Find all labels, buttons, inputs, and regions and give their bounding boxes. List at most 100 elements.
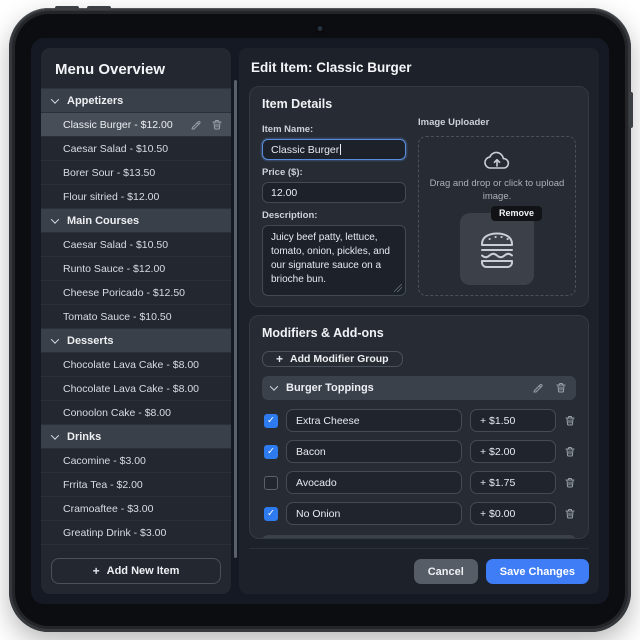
sidebar-scrollbar[interactable] xyxy=(234,80,237,558)
sidebar-item[interactable]: Tomato Sauce - $10.50 xyxy=(41,305,231,329)
modifier-checkbox[interactable]: ✓ xyxy=(264,413,278,428)
item-name-value: Classic Burger xyxy=(271,143,340,156)
add-new-item-button[interactable]: + Add New Item xyxy=(51,558,221,584)
sidebar-item[interactable]: Cramoaftee - $3.00 xyxy=(41,497,231,521)
modifier-price-input[interactable]: + $1.50 xyxy=(470,409,556,433)
image-uploader: Image Uploader Drag and drop or click to… xyxy=(418,117,576,296)
sidebar-section-desserts[interactable]: Desserts xyxy=(41,329,231,353)
sidebar-item[interactable]: Classic Burger - $12.00 xyxy=(41,113,231,137)
description-textarea[interactable]: Juicy beef patty, lettuce, tomato, onion… xyxy=(262,225,406,296)
delete-modifier-icon[interactable] xyxy=(564,445,576,458)
sidebar-section-drinks[interactable]: Drinks xyxy=(41,425,231,449)
edit-group-icon[interactable] xyxy=(532,382,544,394)
tablet-bezel: Menu Overview Appetizers Classic Burger -… xyxy=(15,14,625,626)
sidebar-item-label: Frrita Tea - $2.00 xyxy=(63,478,143,491)
cancel-button[interactable]: Cancel xyxy=(413,559,478,584)
save-changes-button[interactable]: Save Changes xyxy=(485,559,589,584)
delete-modifier-icon[interactable] xyxy=(564,414,576,427)
sidebar-item-label: Cramoaftee - $3.00 xyxy=(63,502,154,515)
sidebar-item[interactable]: Borer Sour - $13.50 xyxy=(41,161,231,185)
page-title: Edit Item: Classic Burger xyxy=(251,60,412,75)
chevron-down-icon xyxy=(269,381,279,391)
modifier-checkbox[interactable]: ✓ xyxy=(264,444,278,459)
modifier-name-input[interactable]: Bacon xyxy=(286,440,462,464)
edit-item-icon[interactable] xyxy=(190,119,202,131)
modifier-name-input[interactable]: Avocado xyxy=(286,471,462,495)
sidebar-section-appetizers[interactable]: Appetizers xyxy=(41,89,231,113)
action-footer: Cancel Save Changes xyxy=(249,548,589,584)
burger-icon xyxy=(474,228,520,270)
modifier-group-header-bun-choice[interactable]: Bun Choice xyxy=(262,534,576,538)
sidebar-item[interactable]: Caesar Salad - $10.50 xyxy=(41,137,231,161)
menu-list: Appetizers Classic Burger - $12.00 Caesar … xyxy=(41,89,231,549)
add-modifier-group-label: Add Modifier Group xyxy=(290,352,389,365)
delete-group-icon[interactable] xyxy=(555,381,567,394)
chevron-down-icon xyxy=(50,94,60,104)
sidebar-title: Menu Overview xyxy=(41,48,231,89)
sidebar-item-label: Flour sitried - $12.00 xyxy=(63,190,160,203)
sidebar-item-label: Borer Sour - $13.50 xyxy=(63,166,156,179)
modifier-price-input[interactable]: + $2.00 xyxy=(470,440,556,464)
item-name-input[interactable]: Classic Burger xyxy=(262,139,406,160)
sidebar-item[interactable]: Runto Sauce - $12.00 xyxy=(41,257,231,281)
modifier-name-input[interactable]: Extra Cheese xyxy=(286,409,462,433)
image-dropzone[interactable]: Drag and drop or click to upload image. … xyxy=(418,136,576,296)
sidebar-item[interactable]: Greatinp Drink - $3.00 xyxy=(41,521,231,545)
front-camera xyxy=(317,26,323,31)
modifier-checkbox[interactable] xyxy=(264,475,278,490)
sidebar-item[interactable]: Caesar Salad - $10.50 xyxy=(41,233,231,257)
sidebar-footer: + Add New Item xyxy=(41,549,231,594)
modifier-name-input[interactable]: No Onion xyxy=(286,502,462,526)
modifier-row: ✓ No Onion + $0.00 xyxy=(262,502,576,526)
volume-down-button xyxy=(87,6,111,10)
menu-sidebar: Menu Overview Appetizers Classic Burger -… xyxy=(41,48,237,594)
modifier-rows: ✓ Extra Cheese + $1.50 ✓ Bacon + $2.00 Avocado… xyxy=(262,400,576,526)
sidebar-item[interactable]: Flour sitried - $12.00 xyxy=(41,185,231,209)
sidebar-item-label: Tomato Sauce - $10.50 xyxy=(63,310,172,323)
item-details-card: Item Details Item Name: Classic Burger P… xyxy=(249,86,589,307)
volume-up-button xyxy=(55,6,79,10)
sidebar-item-label: Greatinp Drink - $3.00 xyxy=(63,526,167,539)
sidebar-item[interactable]: Frrita Tea - $2.00 xyxy=(41,473,231,497)
item-fields: Item Name: Classic Burger Price ($): 12.… xyxy=(262,117,406,296)
sidebar-section-label: Drinks xyxy=(67,430,102,443)
price-label: Price ($): xyxy=(262,167,303,178)
modifier-price-input[interactable]: + $0.00 xyxy=(470,502,556,526)
sidebar-item[interactable]: Cheese Poricado - $12.50 xyxy=(41,281,231,305)
sidebar-item-label: Caesar Salad - $10.50 xyxy=(63,238,169,251)
sidebar-item-label: Caesar Salad - $10.50 xyxy=(63,142,169,155)
delete-modifier-icon[interactable] xyxy=(564,507,576,520)
chevron-down-icon xyxy=(50,214,60,224)
modifier-row: ✓ Extra Cheese + $1.50 xyxy=(262,409,576,433)
sidebar-item[interactable]: Cacomine - $3.00 xyxy=(41,449,231,473)
modifier-group-header-burger-toppings[interactable]: Burger Toppings xyxy=(262,375,576,400)
remove-image-button[interactable]: Remove xyxy=(490,205,542,221)
delete-item-icon[interactable] xyxy=(211,118,223,131)
modifier-price-input[interactable]: + $1.75 xyxy=(470,471,556,495)
modifiers-card: Modifiers & Add-ons + Add Modifier Group… xyxy=(249,314,589,539)
sidebar-item[interactable]: Conoolon Cake - $8.00 xyxy=(41,401,231,425)
modifier-groups: Burger Toppings ✓ Extra Cheese + $1.50 ✓ Baco… xyxy=(262,367,576,538)
image-uploader-label: Image Uploader xyxy=(418,117,490,128)
sidebar-item[interactable]: Chocolate Lava Cake - $8.00 xyxy=(41,353,231,377)
modifier-checkbox[interactable]: ✓ xyxy=(264,506,278,521)
add-modifier-group-button[interactable]: + Add Modifier Group xyxy=(262,350,403,367)
delete-modifier-icon[interactable] xyxy=(564,476,576,489)
sidebar-item-label: Conoolon Cake - $8.00 xyxy=(63,406,171,419)
item-image-thumbnail: Remove xyxy=(460,205,542,285)
sidebar-section-main-courses[interactable]: Main Courses xyxy=(41,209,231,233)
sidebar-section-label: Main Courses xyxy=(67,214,140,227)
sidebar-item-label: Classic Burger - $12.00 xyxy=(63,118,173,131)
sidebar-item[interactable]: Chocolate Lava Cake - $8.00 xyxy=(41,377,231,401)
add-new-item-label: Add New Item xyxy=(106,565,180,577)
plus-icon: + xyxy=(276,351,284,366)
modifier-row: Avocado + $1.75 xyxy=(262,471,576,495)
modifier-group-name: Burger Toppings xyxy=(286,381,374,394)
tablet-frame: Menu Overview Appetizers Classic Burger -… xyxy=(9,6,633,632)
text-cursor xyxy=(340,144,342,155)
power-button xyxy=(629,92,633,128)
item-name-label: Item Name: xyxy=(262,124,314,135)
sidebar-item-actions xyxy=(190,118,223,131)
edit-item-panel: Edit Item: Classic Burger Item Details I… xyxy=(239,48,599,594)
price-input[interactable]: 12.00 xyxy=(262,182,406,203)
